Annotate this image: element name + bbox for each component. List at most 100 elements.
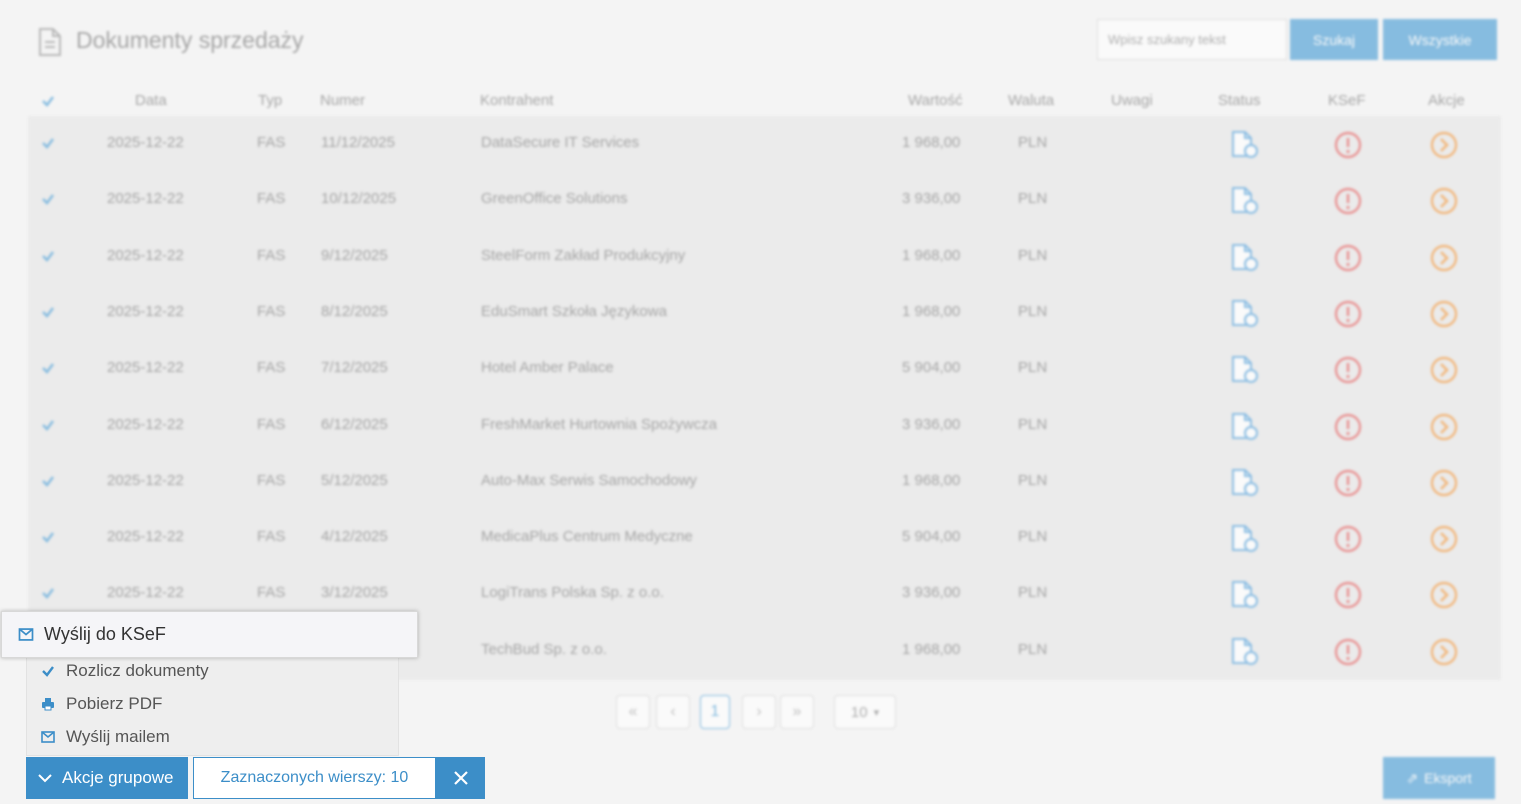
row-actions-icon[interactable] (1430, 244, 1458, 272)
ksef-error-icon[interactable] (1334, 413, 1362, 441)
document-status-icon[interactable] (1228, 298, 1260, 330)
column-type[interactable]: Typ (258, 92, 282, 109)
menu-item-label: Wyślij do KSeF (44, 624, 166, 644)
ksef-error-icon[interactable] (1334, 469, 1362, 497)
cell-value: 3 936,00 (902, 415, 961, 433)
row-checkbox[interactable] (41, 249, 55, 263)
row-checkbox[interactable] (41, 192, 55, 206)
next-page-button[interactable]: › (742, 695, 776, 729)
column-ksef[interactable]: KSeF (1328, 92, 1366, 109)
cell-currency: PLN (1018, 190, 1048, 208)
document-status-icon[interactable] (1228, 467, 1260, 499)
table-row[interactable]: 2025-12-22 FAS 10/12/2025 GreenOffice Solut… (28, 172, 1501, 228)
cell-value: 1 968,00 (902, 246, 961, 264)
row-checkbox[interactable] (41, 418, 55, 432)
row-actions-icon[interactable] (1430, 300, 1458, 328)
row-actions-icon[interactable] (1430, 187, 1458, 215)
cell-contractor: Auto-Max Serwis Samochodowy (481, 471, 697, 489)
document-status-icon[interactable] (1228, 636, 1260, 668)
row-checkbox[interactable] (41, 530, 55, 544)
envelope-icon (18, 627, 34, 643)
row-actions-icon[interactable] (1430, 469, 1458, 497)
first-page-button[interactable]: « (616, 695, 650, 729)
document-status-icon[interactable] (1228, 185, 1260, 217)
ksef-error-icon[interactable] (1334, 581, 1362, 609)
cell-number: 4/12/2025 (321, 528, 388, 546)
cell-currency: PLN (1018, 246, 1048, 264)
row-checkbox[interactable] (41, 136, 55, 150)
row-actions-icon[interactable] (1430, 581, 1458, 609)
cell-contractor: MedicaPlus Centrum Medyczne (481, 528, 693, 546)
select-all-checkbox[interactable] (41, 94, 55, 108)
show-all-button[interactable]: Wszystkie (1383, 19, 1497, 60)
current-page-button[interactable]: 1 (700, 695, 730, 729)
ksef-error-icon[interactable] (1334, 525, 1362, 553)
table-row[interactable]: 2025-12-22 FAS 4/12/2025 MedicaPlus Centrum… (28, 510, 1501, 566)
cell-type: FAS (257, 528, 286, 546)
document-status-icon[interactable] (1228, 523, 1260, 555)
page: Dokumenty sprzedaży Szukaj Wszystkie Dat… (0, 0, 1521, 804)
table-row[interactable]: 2025-12-22 FAS 8/12/2025 EduSmart Szkoła Ję… (28, 285, 1501, 341)
table-row[interactable]: 2025-12-22 FAS 11/12/2025 DataSecure IT Ser… (28, 116, 1501, 172)
group-actions-button[interactable]: Akcje grupowe (26, 757, 188, 799)
row-checkbox[interactable] (41, 474, 55, 488)
envelope-icon (41, 730, 55, 744)
document-status-icon[interactable] (1228, 411, 1260, 443)
row-checkbox[interactable] (41, 586, 55, 600)
column-currency[interactable]: Waluta (1008, 92, 1054, 109)
row-actions-icon[interactable] (1430, 413, 1458, 441)
column-date[interactable]: Data (135, 92, 167, 109)
table-header: Data Typ Numer Kontrahent Wartość Waluta… (28, 86, 1501, 116)
column-status[interactable]: Status (1218, 92, 1261, 109)
row-actions-icon[interactable] (1430, 525, 1458, 553)
search-button[interactable]: Szukaj (1290, 19, 1378, 60)
cell-type: FAS (257, 471, 286, 489)
table-row[interactable]: 2025-12-22 FAS 9/12/2025 SteelForm Zakład P… (28, 229, 1501, 285)
row-actions-icon[interactable] (1430, 356, 1458, 384)
menu-item-download-pdf[interactable]: Pobierz PDF (27, 687, 400, 720)
prev-page-button[interactable]: ‹ (656, 695, 690, 729)
table-row[interactable]: 2025-12-22 FAS 5/12/2025 Auto-Max Serwis Sa… (28, 454, 1501, 510)
clear-selection-button[interactable] (436, 757, 485, 799)
document-status-icon[interactable] (1228, 579, 1260, 611)
last-page-button[interactable]: » (780, 695, 814, 729)
column-actions[interactable]: Akcje (1428, 92, 1465, 109)
close-icon (453, 771, 468, 785)
cell-type: FAS (257, 415, 286, 433)
menu-item-settle[interactable]: Rozlicz dokumenty (27, 654, 400, 687)
menu-item-send-email[interactable]: Wyślij mailem (27, 720, 400, 753)
export-button[interactable]: ⇗ Eksport (1383, 757, 1495, 799)
column-value[interactable]: Wartość (908, 92, 962, 109)
search-input[interactable] (1097, 19, 1287, 60)
ksef-error-icon[interactable] (1334, 131, 1362, 159)
table-body: 2025-12-22 FAS 11/12/2025 DataSecure IT Ser… (28, 116, 1501, 680)
row-checkbox[interactable] (41, 361, 55, 375)
page-size-select[interactable]: 10 ▾ (834, 695, 896, 729)
row-actions-icon[interactable] (1430, 131, 1458, 159)
cell-type: FAS (257, 246, 286, 264)
ksef-error-icon[interactable] (1334, 300, 1362, 328)
menu-item-send-to-ksef[interactable]: Wyślij do KSeF (1, 611, 418, 658)
cell-value: 3 936,00 (902, 584, 961, 602)
column-contractor[interactable]: Kontrahent (480, 92, 553, 109)
cell-number: 10/12/2025 (321, 190, 397, 208)
ksef-error-icon[interactable] (1334, 244, 1362, 272)
ksef-error-icon[interactable] (1334, 187, 1362, 215)
document-status-icon[interactable] (1228, 354, 1260, 386)
column-number[interactable]: Numer (320, 92, 365, 109)
page-size-value: 10 (850, 703, 868, 721)
cell-value: 1 968,00 (902, 134, 961, 151)
cell-date: 2025-12-22 (107, 302, 184, 320)
table-row[interactable]: 2025-12-22 FAS 6/12/2025 FreshMarket Hurtow… (28, 398, 1501, 454)
cell-date: 2025-12-22 (107, 190, 184, 208)
document-status-icon[interactable] (1228, 129, 1260, 161)
row-checkbox[interactable] (41, 305, 55, 319)
ksef-error-icon[interactable] (1334, 638, 1362, 666)
document-status-icon[interactable] (1228, 242, 1260, 274)
cell-type: FAS (257, 134, 286, 151)
table-row[interactable]: 2025-12-22 FAS 7/12/2025 Hotel Amber Palace… (28, 341, 1501, 397)
ksef-error-icon[interactable] (1334, 356, 1362, 384)
column-notes[interactable]: Uwagi (1111, 92, 1153, 109)
cell-currency: PLN (1018, 134, 1048, 151)
row-actions-icon[interactable] (1430, 638, 1458, 666)
